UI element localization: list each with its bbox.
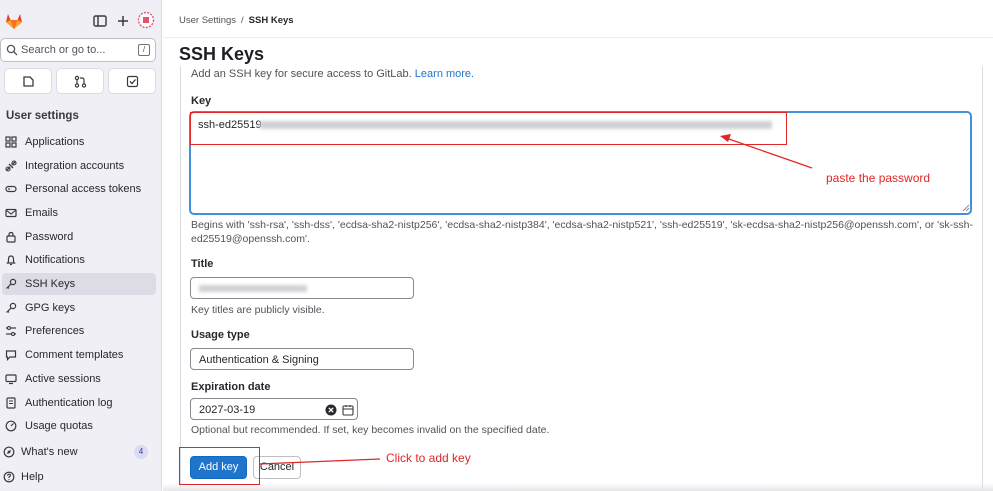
- bottom-fade: [163, 483, 993, 491]
- applications-icon: [5, 136, 17, 148]
- clear-icon[interactable]: [325, 404, 337, 416]
- sidebar-item-label: Integration accounts: [25, 160, 125, 172]
- sidebar-item-label: SSH Keys: [25, 278, 76, 290]
- sidebar-item-label: Comment templates: [25, 349, 124, 361]
- lock-icon: [6, 231, 16, 243]
- whats-new-label: What's new: [21, 446, 78, 458]
- merge-request-icon: [74, 75, 87, 88]
- key-help-text: Begins with 'ssh-rsa', 'ssh-dss', 'ecdsa…: [191, 219, 973, 245]
- search-icon: [6, 44, 18, 56]
- key-label: Key: [191, 95, 212, 107]
- token-icon: [5, 185, 17, 193]
- mail-icon: [5, 208, 17, 218]
- click-annotation: Click to add key: [386, 451, 471, 465]
- todo-icon: [126, 75, 139, 88]
- issues-icon: [23, 76, 34, 87]
- resize-handle-icon[interactable]: [962, 204, 970, 212]
- usage-type-label: Usage type: [191, 329, 250, 341]
- sidebar-item-label: Notifications: [25, 254, 85, 266]
- sidebar-item-label: Authentication log: [25, 397, 113, 409]
- sidebar-item-label: Active sessions: [25, 373, 101, 385]
- search-placeholder: Search or go to...: [21, 44, 106, 56]
- sidebar-item-applications[interactable]: Applications: [2, 131, 156, 153]
- key-highlight-box: [190, 112, 787, 145]
- title-label: Title: [191, 258, 214, 270]
- sidebar-item-personal-access-tokens[interactable]: Personal access tokens: [2, 178, 156, 200]
- usage-type-select[interactable]: Authentication & Signing: [190, 348, 414, 370]
- gauge-icon: [5, 420, 17, 432]
- merge-request-quick-button[interactable]: [56, 68, 104, 94]
- sidebar-item-label: Emails: [25, 207, 59, 219]
- help-icon: [3, 471, 15, 483]
- top-bar: User Settings / SSH Keys: [163, 0, 993, 38]
- compass-icon: [3, 446, 15, 458]
- add-key-highlight-box: [179, 447, 260, 485]
- sidebar-item-emails[interactable]: Emails: [2, 202, 156, 224]
- preferences-icon: [6, 325, 16, 337]
- sidebar-item-label: Applications: [25, 136, 85, 148]
- search-shortcut-hint: /: [138, 44, 150, 56]
- gitlab-logo-icon[interactable]: [4, 11, 24, 31]
- expiration-help-text: Optional but recommended. If set, key be…: [191, 424, 550, 436]
- calendar-icon[interactable]: [342, 404, 354, 416]
- expiration-date-value: 2027-03-19: [199, 404, 256, 416]
- learn-more-link[interactable]: Learn more.: [415, 68, 474, 80]
- todo-quick-button[interactable]: [108, 68, 156, 94]
- key-icon: [6, 278, 17, 289]
- sidebar-item-usage-quotas[interactable]: Usage quotas: [2, 415, 156, 437]
- help-label: Help: [21, 471, 44, 483]
- sidebar-item-integration-accounts[interactable]: Integration accounts: [2, 155, 156, 177]
- expiration-date-label: Expiration date: [191, 381, 271, 393]
- breadcrumb-user-settings[interactable]: User Settings: [179, 15, 236, 26]
- title-input[interactable]: [190, 277, 414, 299]
- sidebar: Search or go to... / User settings Appli…: [0, 0, 162, 491]
- user-avatar-icon[interactable]: [137, 11, 155, 29]
- sidebar-item-gpg-keys[interactable]: GPG keys: [2, 297, 156, 319]
- title-help-text: Key titles are publicly visible.: [191, 304, 325, 316]
- sidebar-item-label: Usage quotas: [25, 420, 93, 432]
- intro-text: Add an SSH key for secure access to GitL…: [191, 68, 474, 80]
- breadcrumb: User Settings / SSH Keys: [179, 15, 294, 26]
- sidebar-item-ssh-keys[interactable]: SSH Keys: [2, 273, 156, 295]
- sidebar-item-label: Personal access tokens: [25, 183, 142, 195]
- expiration-date-input[interactable]: 2027-03-19: [190, 398, 358, 420]
- help-button[interactable]: Help: [0, 466, 154, 488]
- sidebar-item-authentication-log[interactable]: Authentication log: [2, 392, 156, 414]
- comment-icon: [5, 350, 17, 361]
- sidebar-item-password[interactable]: Password: [2, 226, 156, 248]
- page-title: SSH Keys: [179, 44, 265, 64]
- intro-description: Add an SSH key for secure access to GitL…: [191, 68, 412, 80]
- breadcrumb-ssh-keys: SSH Keys: [248, 15, 294, 26]
- sidebar-item-comment-templates[interactable]: Comment templates: [2, 344, 156, 366]
- sidebar-item-preferences[interactable]: Preferences: [2, 320, 156, 342]
- paste-annotation: paste the password: [826, 171, 931, 185]
- sidebar-item-label: Preferences: [25, 325, 85, 337]
- plus-icon[interactable]: [115, 13, 131, 29]
- sidebar-item-label: Password: [25, 231, 74, 243]
- sidebar-item-active-sessions[interactable]: Active sessions: [2, 368, 156, 390]
- log-icon: [6, 397, 16, 409]
- sidebar-toggle-icon[interactable]: [92, 13, 108, 29]
- cancel-button[interactable]: Cancel: [253, 456, 301, 479]
- monitor-icon: [5, 374, 17, 385]
- whats-new-button[interactable]: What's new 4: [0, 441, 154, 463]
- bell-icon: [6, 255, 16, 266]
- title-value-redacted: [199, 285, 307, 292]
- merge-requests-quick-button[interactable]: [4, 68, 52, 94]
- sidebar-item-label: GPG keys: [25, 302, 76, 314]
- sidebar-item-notifications[interactable]: Notifications: [2, 249, 156, 271]
- breadcrumb-separator: /: [241, 15, 244, 26]
- sidebar-section-title: User settings: [6, 110, 79, 122]
- whats-new-count-badge: 4: [134, 445, 148, 459]
- sidebar-top-bar: [4, 8, 158, 34]
- usage-type-value: Authentication & Signing: [199, 354, 319, 366]
- key-icon: [6, 302, 17, 313]
- integration-icon: [5, 160, 17, 172]
- search-input[interactable]: Search or go to... /: [0, 38, 156, 62]
